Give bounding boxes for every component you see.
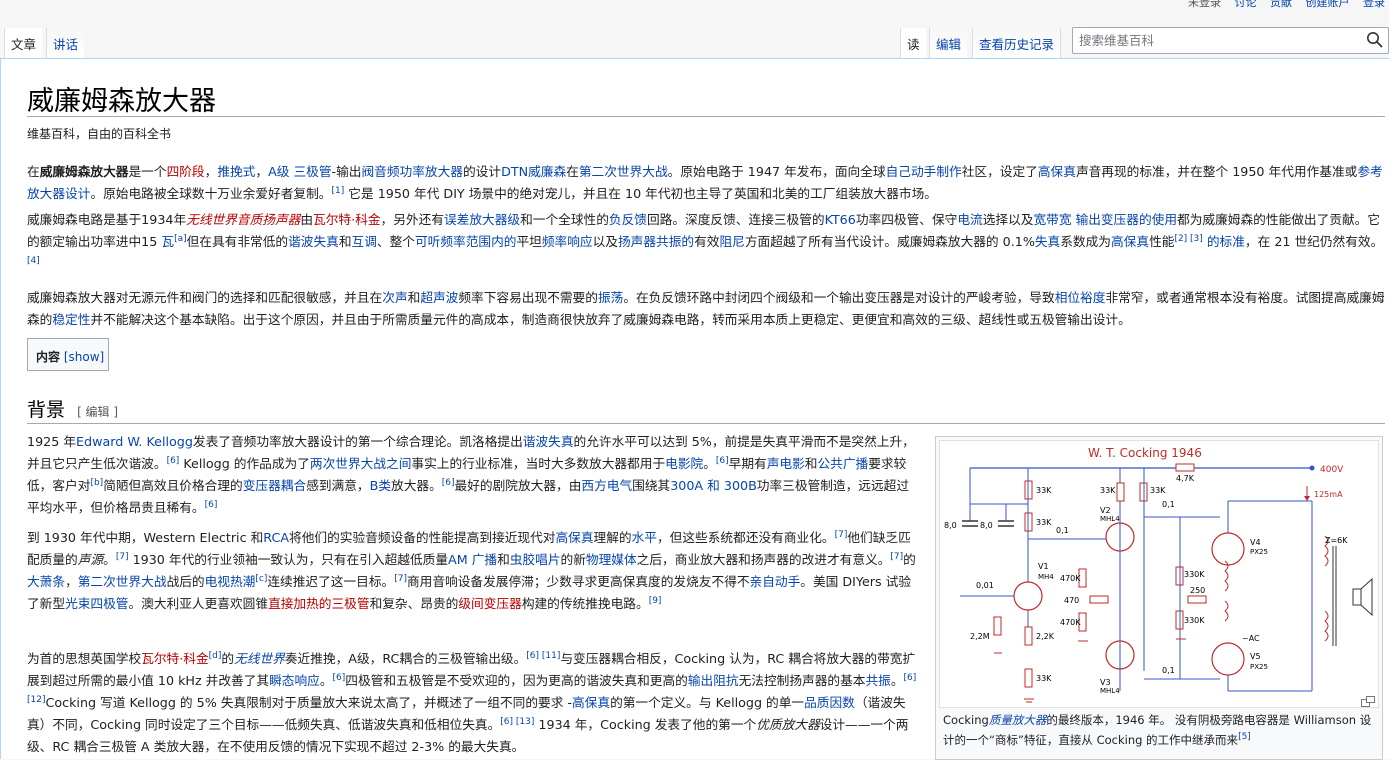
svg-text:400V: 400V <box>1320 465 1344 475</box>
svg-text:Z=6K: Z=6K <box>1325 536 1348 545</box>
site-tagline: 维基百科，自由的百科全书 <box>27 127 172 141</box>
svg-text:V3: V3 <box>1100 678 1111 687</box>
tab-history[interactable]: 查看历史记录 <box>972 28 1062 58</box>
background-paragraph-2: 到 1930 年代中期，Western Electric 和RCA将他们的实验音… <box>27 529 916 611</box>
svg-text:33K: 33K <box>1036 674 1052 683</box>
svg-text:MHL4: MHL4 <box>1100 687 1120 695</box>
intro-paragraph-2: 威廉姆森电路是基于1934年无线世界音质扬声器由瓦尔特·科金，另外还有误差放大器… <box>27 212 1384 266</box>
svg-text:33K: 33K <box>1036 518 1052 527</box>
search-box <box>1072 27 1389 54</box>
title-divider <box>27 116 1385 117</box>
figure-caption: Cocking质量放大器的最终版本，1946 年。 没有阴极旁路电容器是 Wil… <box>939 696 1379 750</box>
intro-paragraph-1: 在威廉姆森放大器是一个四阶段，推挽式，A级 三极管-输出阀音频功率放大器的设计D… <box>27 164 1383 201</box>
svg-text:0,1: 0,1 <box>1162 666 1175 675</box>
table-of-contents: 内容 [show] <box>27 338 109 371</box>
svg-text:470: 470 <box>1064 596 1079 605</box>
background-paragraph-1: 1925 年Edward W. Kellogg发表了音频功率放大器设计的第一个综… <box>27 434 915 515</box>
svg-text:V1: V1 <box>1038 562 1049 571</box>
page-title: 威廉姆森放大器 <box>27 86 216 117</box>
svg-text:MH4: MH4 <box>1038 573 1054 581</box>
svg-text:33K: 33K <box>1036 486 1052 495</box>
svg-text:MHL4: MHL4 <box>1100 515 1120 523</box>
svg-text:PX25: PX25 <box>1250 663 1268 671</box>
svg-text:4,7K: 4,7K <box>1176 474 1195 483</box>
svg-text:33K: 33K <box>1100 486 1116 495</box>
svg-text:0,01: 0,01 <box>976 581 994 590</box>
section-heading-background: 背景 [ 编辑 ] <box>27 395 118 422</box>
section-title: 背景 <box>27 399 66 421</box>
toc-label: 内容 <box>36 350 61 364</box>
enlarge-icon[interactable] <box>1361 696 1375 708</box>
svg-text:125mA: 125mA <box>1314 490 1343 499</box>
section-divider <box>27 423 1385 424</box>
search-input[interactable] <box>1073 28 1363 53</box>
svg-text:V4: V4 <box>1250 538 1261 547</box>
tab-read[interactable]: 读 <box>900 28 926 58</box>
svg-text:470K: 470K <box>1060 574 1081 583</box>
svg-text:PX25: PX25 <box>1250 548 1268 556</box>
svg-text:33K: 33K <box>1150 486 1166 495</box>
svg-text:0,1: 0,1 <box>1162 500 1175 509</box>
article-content: 威廉姆森放大器 维基百科，自由的百科全书 在威廉姆森放大器是一个四阶段，推挽式，… <box>0 58 1389 760</box>
intro-paragraph-3: 威廉姆森放大器对无源元件和阀门的选择和匹配很敏感，并且在次声和超声波频率下容易出… <box>27 290 1385 327</box>
svg-text:~AC: ~AC <box>1242 634 1260 643</box>
schematic-drawing: W. T. Cocking 1946 400V 125mA 4,7K 8,0 8… <box>944 446 1373 703</box>
svg-text:330K: 330K <box>1184 616 1205 625</box>
svg-text:250: 250 <box>1190 586 1205 595</box>
svg-text:2,2M: 2,2M <box>970 632 990 641</box>
background-paragraph-3: 为首的思想英国学校瓦尔特·科金[d]的无线世界奏近推挽，A级，RC耦合的三极管输… <box>27 650 917 754</box>
svg-text:2,2K: 2,2K <box>1036 632 1055 641</box>
tab-bar: 文章 讲话 读 编辑 查看历史记录 <box>0 0 1389 58</box>
figure-thumbnail: W. T. Cocking 1946 400V 125mA 4,7K 8,0 8… <box>935 436 1383 760</box>
section-edit-link[interactable]: [ 编辑 ] <box>77 405 118 419</box>
tab-talk[interactable]: 讲话 <box>46 28 85 58</box>
tab-article[interactable]: 文章 <box>4 28 43 58</box>
svg-text:8,0: 8,0 <box>944 521 957 530</box>
svg-text:470K: 470K <box>1060 618 1081 627</box>
svg-text:V2: V2 <box>1100 506 1111 515</box>
tab-edit[interactable]: 编辑 <box>929 28 968 58</box>
svg-text:V5: V5 <box>1250 652 1261 661</box>
search-icon[interactable] <box>1366 31 1384 49</box>
toc-toggle[interactable]: [show] <box>64 350 104 364</box>
svg-text:330K: 330K <box>1184 570 1205 579</box>
diagram-title: W. T. Cocking 1946 <box>1088 446 1202 460</box>
circuit-diagram[interactable]: W. T. Cocking 1946 400V 125mA 4,7K 8,0 8… <box>939 440 1379 708</box>
svg-text:0,1: 0,1 <box>1056 526 1069 535</box>
svg-text:8,0: 8,0 <box>980 521 993 530</box>
